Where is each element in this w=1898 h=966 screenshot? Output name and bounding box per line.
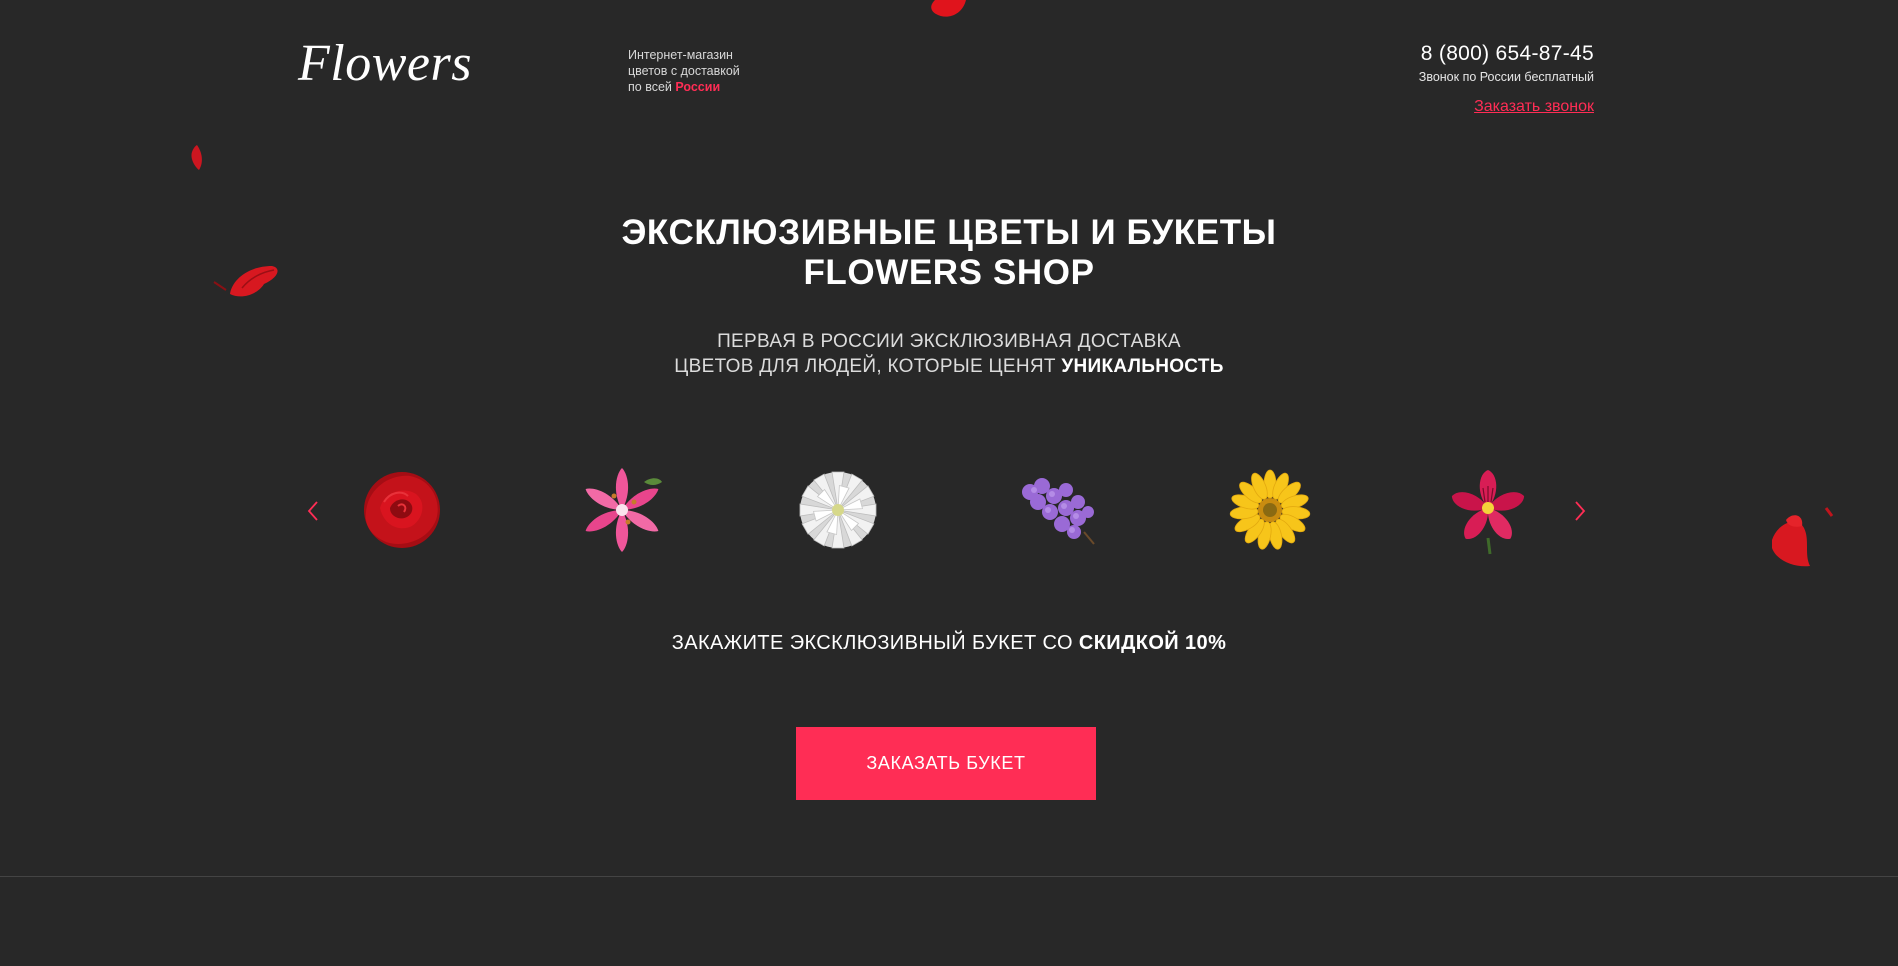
phone-number[interactable]: 8 (800) 654-87-45 xyxy=(1419,42,1594,66)
hero-title: ЭКСКЛЮЗИВНЫЕ ЦВЕТЫ И БУКЕТЫ FLOWERS SHOP xyxy=(0,213,1898,293)
section-divider xyxy=(0,876,1898,877)
site-logo[interactable]: Flowers xyxy=(298,38,472,90)
promo-text-prefix: ЗАКАЖИТЕ ЭКСКЛЮЗИВНЫЙ БУКЕТ СО xyxy=(671,632,1079,654)
hero-subtitle-text: ЦВЕТОВ ДЛЯ ЛЮДЕЙ, КОТОРЫЕ ЦЕНЯТ xyxy=(674,356,1062,377)
hero-title-line: ЭКСКЛЮЗИВНЫЕ ЦВЕТЫ И БУКЕТЫ xyxy=(621,213,1277,252)
order-bouquet-button[interactable]: ЗАКАЗАТЬ БУКЕТ xyxy=(796,727,1096,800)
tagline-line: Интернет-магазин xyxy=(628,48,733,62)
carousel-item-alstroemeria[interactable] xyxy=(1440,462,1536,558)
carousel-next-button[interactable] xyxy=(1567,499,1591,523)
chevron-left-icon xyxy=(307,501,318,521)
petal-decoration xyxy=(191,145,202,170)
promo-text: ЗАКАЖИТЕ ЭКСКЛЮЗИВНЫЙ БУКЕТ СО СКИДКОЙ 1… xyxy=(0,632,1898,655)
gerbera-icon xyxy=(1229,469,1311,550)
rose-icon xyxy=(364,472,440,548)
lily-icon xyxy=(585,468,662,552)
hero-subtitle-line: ЦВЕТОВ ДЛЯ ЛЮДЕЙ, КОТОРЫЕ ЦЕНЯТ УНИКАЛЬН… xyxy=(0,354,1898,379)
site-tagline: Интернет-магазин цветов с доставкой по в… xyxy=(628,47,768,95)
chevron-right-icon xyxy=(1575,501,1586,521)
carousel-item-lilac[interactable] xyxy=(1008,462,1104,558)
header-contacts: 8 (800) 654-87-45 Звонок по России беспл… xyxy=(1419,42,1594,116)
tagline-text: по всей xyxy=(628,80,676,94)
petal-decoration xyxy=(931,0,966,17)
tagline-line: по всей России xyxy=(628,79,768,95)
landing-page: Flowers Интернет-магазин цветов с достав… xyxy=(0,0,1898,966)
hero-subtitle-line: ПЕРВАЯ В РОССИИ ЭКСКЛЮЗИВНАЯ ДОСТАВКА xyxy=(717,331,1181,352)
carousel-item-gerbera[interactable] xyxy=(1222,462,1318,558)
alstroemeria-icon xyxy=(1451,470,1525,555)
hero-subtitle: ПЕРВАЯ В РОССИИ ЭКСКЛЮЗИВНАЯ ДОСТАВКА ЦВ… xyxy=(0,329,1898,379)
tagline-highlight: России xyxy=(675,80,721,94)
phone-note: Звонок по России бесплатный xyxy=(1418,70,1594,84)
callback-link[interactable]: Заказать звонок xyxy=(1474,98,1594,116)
hero-subtitle-strong: УНИКАЛЬНОСТЬ xyxy=(1061,356,1224,377)
petal-decoration xyxy=(1772,507,1834,567)
tagline-line: цветов с доставкой xyxy=(628,64,740,78)
hero-title-line: FLOWERS SHOP xyxy=(803,253,1095,292)
dahlia-icon xyxy=(799,471,877,549)
promo-discount: СКИДКОЙ 10% xyxy=(1078,632,1227,654)
carousel-item-lily[interactable] xyxy=(574,462,670,558)
carousel-prev-button[interactable] xyxy=(302,499,326,523)
carousel-item-dahlia[interactable] xyxy=(790,462,886,558)
carousel-item-rose[interactable] xyxy=(354,462,450,558)
lilac-icon xyxy=(1022,478,1095,545)
